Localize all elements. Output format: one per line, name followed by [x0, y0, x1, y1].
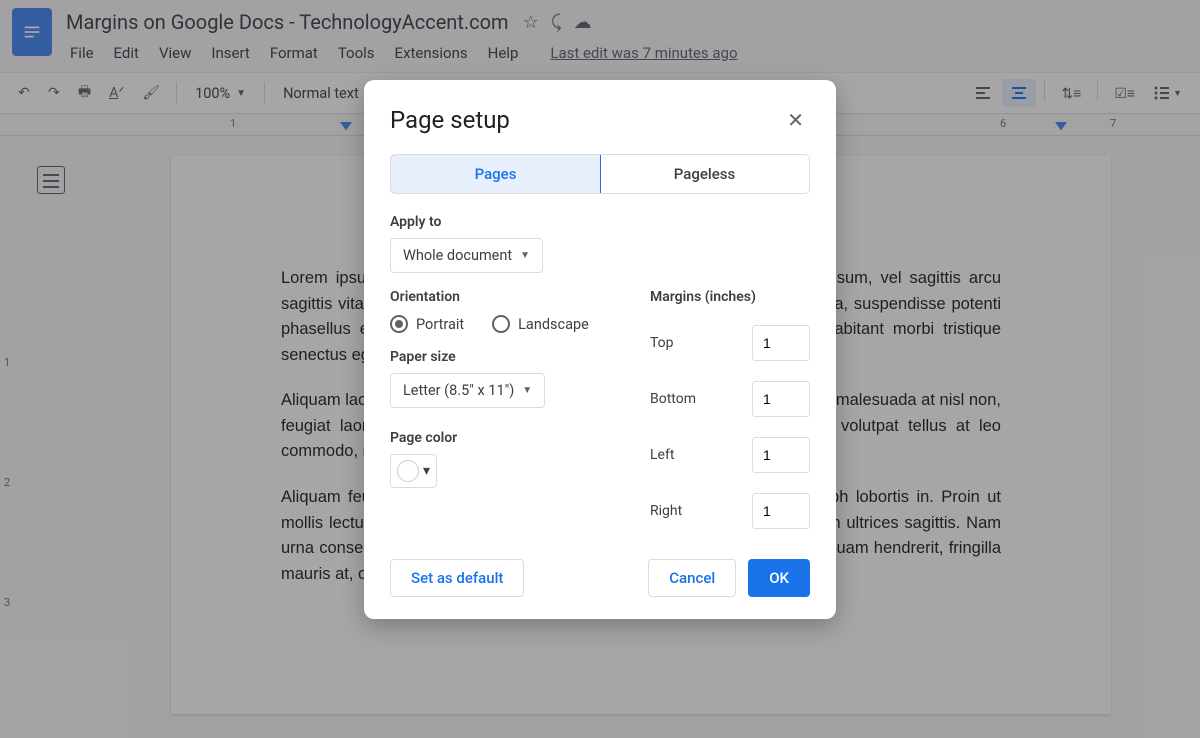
paper-size-label: Paper size: [390, 349, 620, 365]
margin-bottom-input[interactable]: [752, 381, 810, 417]
orientation-landscape-radio[interactable]: Landscape: [492, 315, 589, 333]
page-color-select[interactable]: ▾: [390, 454, 437, 488]
close-icon[interactable]: ✕: [781, 104, 810, 136]
caret-down-icon: ▼: [520, 250, 530, 261]
caret-down-icon: ▼: [522, 385, 532, 396]
dialog-title: Page setup: [390, 106, 510, 134]
modal-overlay: Page setup ✕ Pages Pageless Apply to Who…: [0, 0, 1200, 738]
cancel-button[interactable]: Cancel: [648, 559, 736, 597]
page-setup-dialog: Page setup ✕ Pages Pageless Apply to Who…: [364, 80, 836, 619]
radio-label: Portrait: [416, 316, 464, 333]
tab-pages[interactable]: Pages: [390, 154, 601, 194]
apply-to-label: Apply to: [390, 214, 810, 230]
margin-left-input[interactable]: [752, 437, 810, 473]
apply-to-select[interactable]: Whole document ▼: [390, 238, 543, 273]
paper-size-value: Letter (8.5" x 11"): [403, 382, 514, 399]
page-color-label: Page color: [390, 430, 620, 446]
margins-label: Margins (inches): [650, 289, 810, 305]
tab-pageless[interactable]: Pageless: [600, 155, 809, 193]
margin-left-label: Left: [650, 447, 674, 463]
margin-right-label: Right: [650, 503, 682, 519]
margin-top-input[interactable]: [752, 325, 810, 361]
radio-label: Landscape: [518, 316, 589, 333]
caret-down-icon: ▾: [423, 463, 430, 479]
apply-to-value: Whole document: [403, 247, 512, 264]
margin-top-label: Top: [650, 335, 674, 351]
margin-right-input[interactable]: [752, 493, 810, 529]
format-tabs: Pages Pageless: [390, 154, 810, 194]
set-default-button[interactable]: Set as default: [390, 559, 524, 597]
radio-icon: [390, 315, 408, 333]
margin-bottom-label: Bottom: [650, 391, 696, 407]
orientation-label: Orientation: [390, 289, 620, 305]
orientation-portrait-radio[interactable]: Portrait: [390, 315, 464, 333]
radio-icon: [492, 315, 510, 333]
color-circle-icon: [397, 460, 419, 482]
paper-size-select[interactable]: Letter (8.5" x 11") ▼: [390, 373, 545, 408]
ok-button[interactable]: OK: [748, 559, 810, 597]
